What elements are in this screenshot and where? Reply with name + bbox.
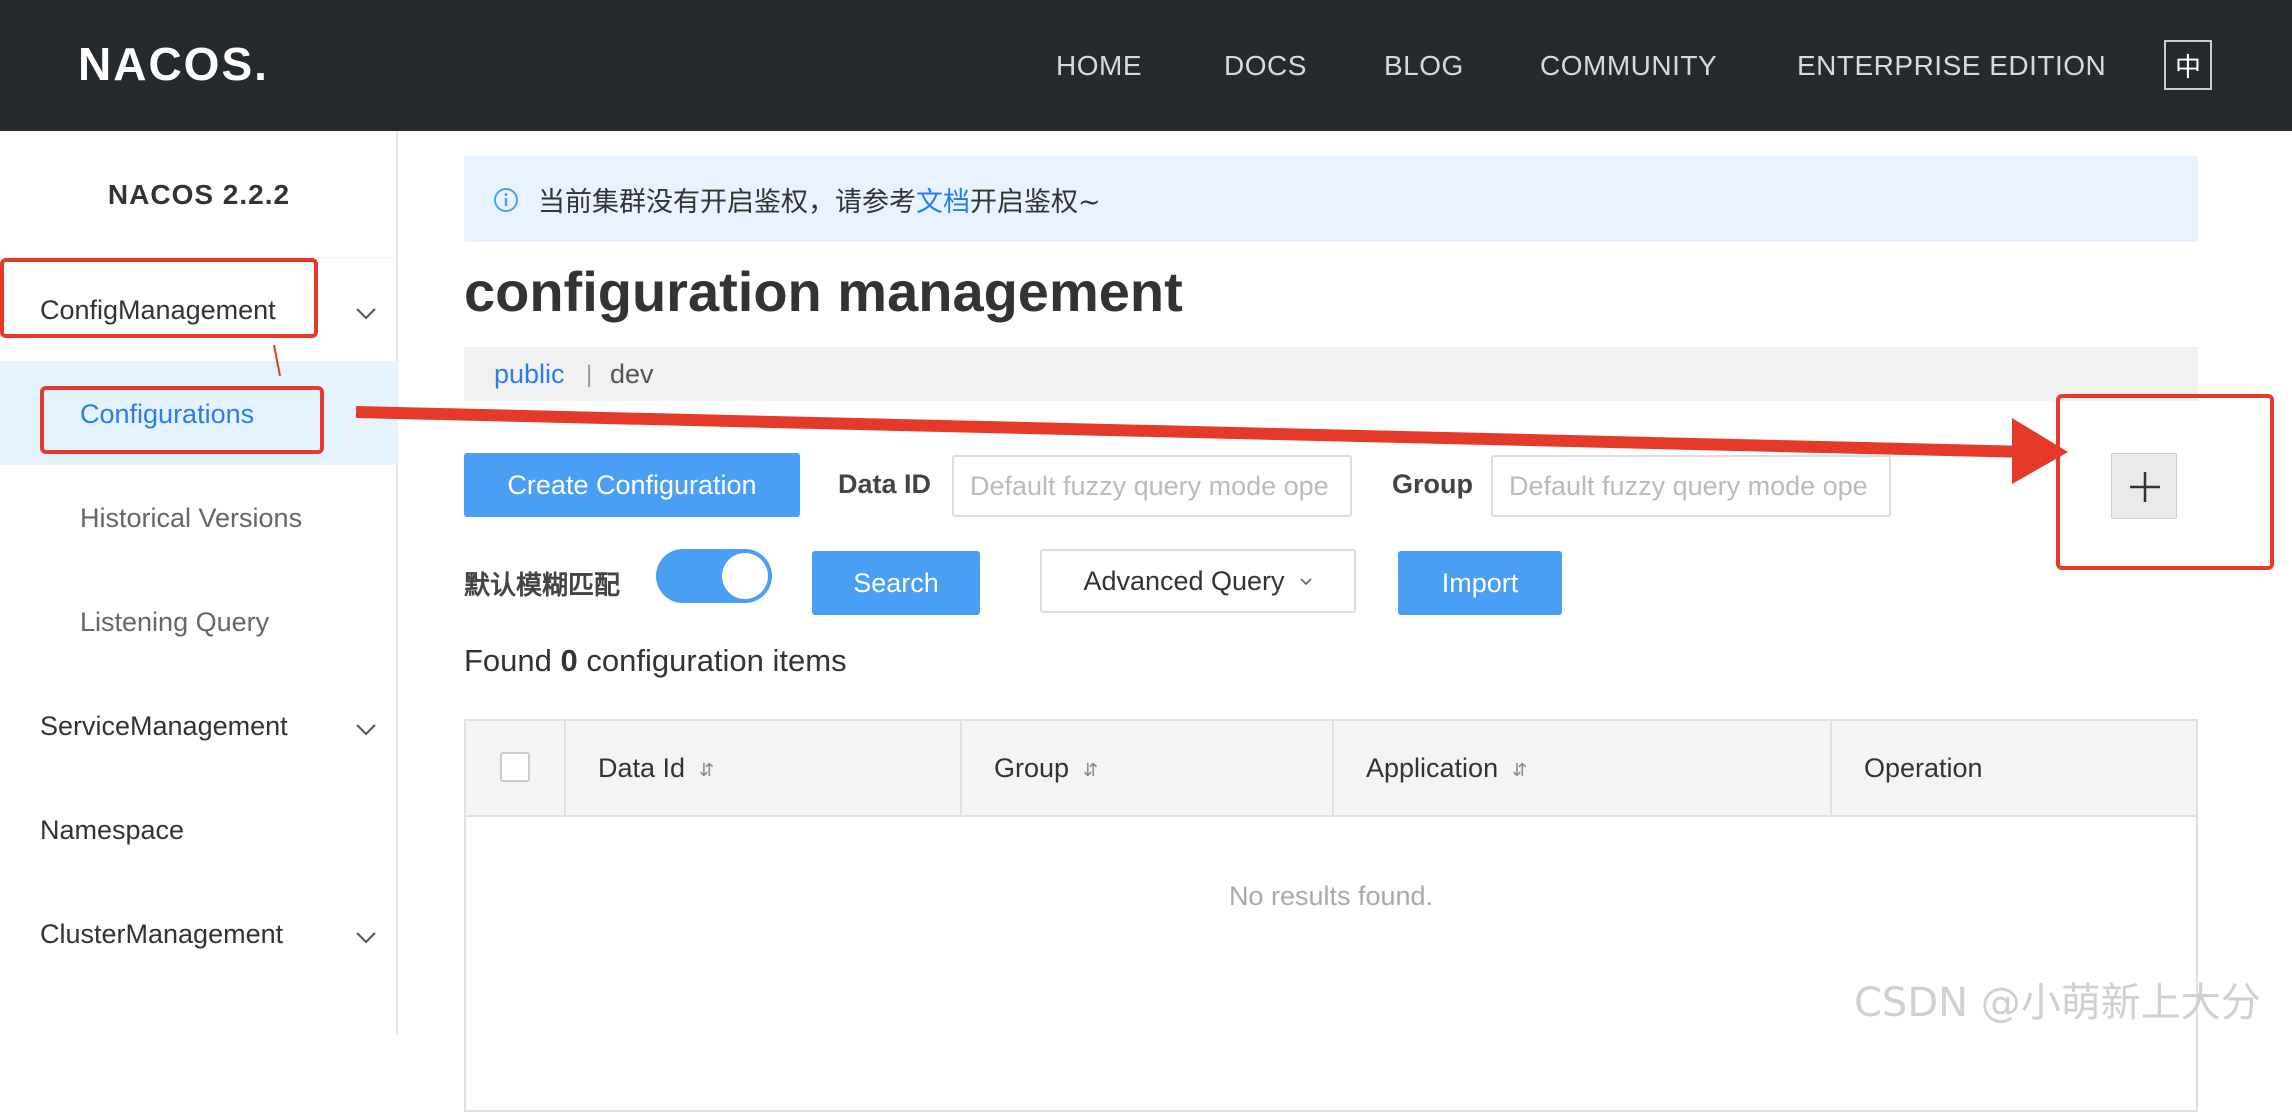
auth-alert: 当前集群没有开启鉴权，请参考文档开启鉴权~ <box>464 156 2198 242</box>
annotation-box-add-button <box>2056 394 2274 570</box>
group-input[interactable]: Default fuzzy query mode ope <box>1491 455 1891 517</box>
fuzzy-match-label: 默认模糊匹配 <box>464 571 621 601</box>
watermark: CSDN @小萌新上大分 <box>1854 980 2261 1026</box>
namespace-dev[interactable]: dev <box>610 359 654 390</box>
advanced-query-dropdown[interactable]: Advanced Query <box>1040 549 1356 613</box>
info-icon <box>494 188 518 212</box>
column-operation: Operation <box>1864 753 1983 783</box>
advanced-query-label: Advanced Query <box>1083 565 1285 596</box>
search-button[interactable]: Search <box>812 551 980 615</box>
toggle-knob <box>722 553 768 599</box>
select-all-checkbox[interactable] <box>500 752 530 782</box>
data-id-input[interactable]: Default fuzzy query mode ope <box>952 455 1352 517</box>
group-label: Group <box>1392 469 1473 499</box>
page-title: configuration management <box>464 260 1183 323</box>
nacos-logo[interactable]: NACOS. <box>78 38 278 88</box>
fuzzy-match-toggle[interactable] <box>656 549 772 603</box>
chevron-down-icon <box>1299 578 1312 586</box>
sort-icon[interactable]: ⇵ <box>1512 723 1527 817</box>
table-header: Data Id ⇵ Group ⇵ Application ⇵ Operation <box>466 721 2196 817</box>
config-table: Data Id ⇵ Group ⇵ Application ⇵ Operation N… <box>464 719 2198 1112</box>
nav-home[interactable]: HOME <box>1056 0 1142 131</box>
nav-enterprise-edition[interactable]: ENTERPRISE EDITION <box>1797 0 2106 131</box>
nav-community[interactable]: COMMUNITY <box>1540 0 1717 131</box>
column-group[interactable]: Group ⇵ <box>994 721 1098 815</box>
docs-link[interactable]: 文档 <box>916 187 970 218</box>
annotation-box-configurations <box>40 386 324 454</box>
column-application[interactable]: Application ⇵ <box>1366 721 1527 815</box>
nav-blog[interactable]: BLOG <box>1384 0 1464 131</box>
language-toggle[interactable]: 中 <box>2164 40 2212 90</box>
column-data-id[interactable]: Data Id ⇵ <box>598 721 714 815</box>
top-navbar: NACOS. HOME DOCS BLOG COMMUNITY ENTERPRI… <box>0 0 2292 131</box>
namespace-bar: public | dev <box>464 347 2198 401</box>
data-id-label: Data ID <box>838 469 932 499</box>
results-count: Found 0 configuration items <box>464 643 847 678</box>
import-button[interactable]: Import <box>1398 551 1562 615</box>
nav-docs[interactable]: DOCS <box>1224 0 1307 131</box>
empty-state: No results found. <box>1228 881 1434 911</box>
sort-icon[interactable]: ⇵ <box>699 723 714 817</box>
create-configuration-button[interactable]: Create Configuration <box>464 453 800 517</box>
sort-icon[interactable]: ⇵ <box>1083 723 1098 817</box>
svg-text:NACOS.: NACOS. <box>78 38 269 88</box>
annotation-box-config-management <box>0 258 318 338</box>
alert-message: 当前集群没有开启鉴权，请参考文档开启鉴权~ <box>538 187 1101 218</box>
main-content: 当前集群没有开启鉴权，请参考文档开启鉴权~ configuration mana… <box>0 131 2292 1112</box>
namespace-public[interactable]: public <box>494 359 565 390</box>
namespace-separator: | <box>586 361 593 388</box>
